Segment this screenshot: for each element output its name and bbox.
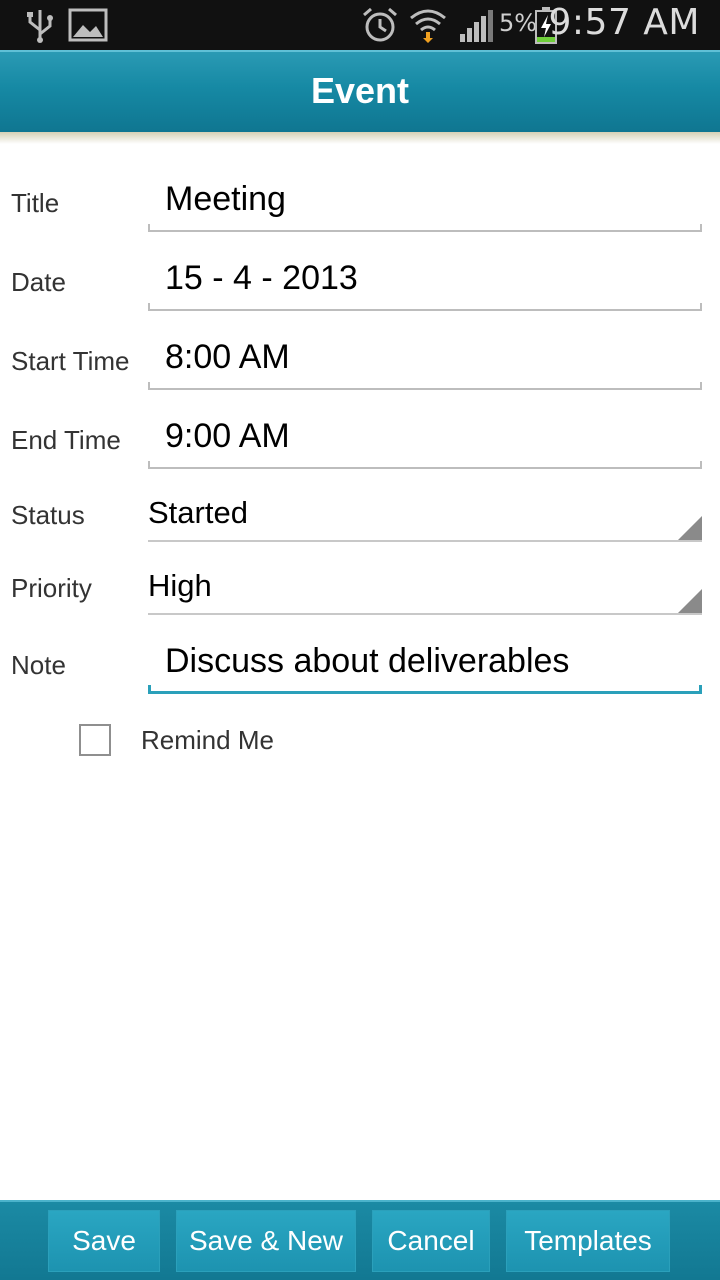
title-row: Title Meeting <box>0 160 720 232</box>
start-time-input[interactable]: 8:00 AM <box>148 318 702 390</box>
status-underline <box>148 540 702 542</box>
date-row: Date 15 - 4 - 2013 <box>0 239 720 311</box>
note-label: Note <box>11 650 66 680</box>
status-row: Status Started <box>0 484 720 542</box>
app-header: Event <box>0 50 720 132</box>
date-value: 15 - 4 - 2013 <box>165 259 358 297</box>
priority-spinner[interactable]: High <box>148 557 702 615</box>
status-bar: 5% 9:57 AM <box>0 0 720 50</box>
title-underline <box>148 224 702 232</box>
image-icon <box>68 8 108 42</box>
note-value: Discuss about deliverables <box>165 642 570 680</box>
templates-button[interactable]: Templates <box>506 1210 670 1272</box>
status-value: Started <box>148 495 248 530</box>
priority-label: Priority <box>11 573 92 603</box>
start-time-label: Start Time <box>11 346 130 376</box>
end-time-underline <box>148 461 702 469</box>
save-button[interactable]: Save <box>48 1210 160 1272</box>
end-time-value: 9:00 AM <box>165 417 290 455</box>
dropdown-corner-icon <box>678 516 702 540</box>
page-title: Event <box>310 70 410 111</box>
priority-underline <box>148 613 702 615</box>
usb-icon <box>27 10 53 43</box>
end-time-row: End Time 9:00 AM <box>0 397 720 469</box>
date-input[interactable]: 15 - 4 - 2013 <box>148 239 702 311</box>
date-underline <box>148 303 702 311</box>
note-input[interactable]: Discuss about deliverables <box>148 622 702 694</box>
save-and-new-button[interactable]: Save & New <box>176 1210 356 1272</box>
dropdown-corner-icon <box>678 589 702 613</box>
end-time-label: End Time <box>11 425 121 455</box>
cancel-button[interactable]: Cancel <box>372 1210 490 1272</box>
alarm-icon <box>363 7 397 42</box>
remind-me-label[interactable]: Remind Me <box>141 725 274 756</box>
remind-me-checkbox[interactable] <box>79 724 111 756</box>
priority-value: High <box>148 568 212 603</box>
status-label: Status <box>11 500 85 530</box>
status-time: 9:57 AM <box>548 2 700 43</box>
date-label: Date <box>11 267 66 297</box>
title-input[interactable]: Meeting <box>148 160 702 232</box>
priority-row: Priority High <box>0 557 720 615</box>
wifi-icon <box>410 9 446 43</box>
start-time-row: Start Time 8:00 AM <box>0 318 720 390</box>
header-shadow <box>0 132 720 144</box>
start-time-underline <box>148 382 702 390</box>
title-label: Title <box>11 188 60 218</box>
signal-icon <box>460 10 493 42</box>
status-spinner[interactable]: Started <box>148 484 702 542</box>
note-row: Note Discuss about deliverables <box>0 622 720 694</box>
end-time-input[interactable]: 9:00 AM <box>148 397 702 469</box>
title-value: Meeting <box>165 180 286 218</box>
bottom-toolbar: Save Save & New Cancel Templates <box>0 1200 720 1280</box>
battery-percent: 5% <box>499 9 538 37</box>
note-underline <box>148 685 702 694</box>
start-time-value: 8:00 AM <box>165 338 290 376</box>
